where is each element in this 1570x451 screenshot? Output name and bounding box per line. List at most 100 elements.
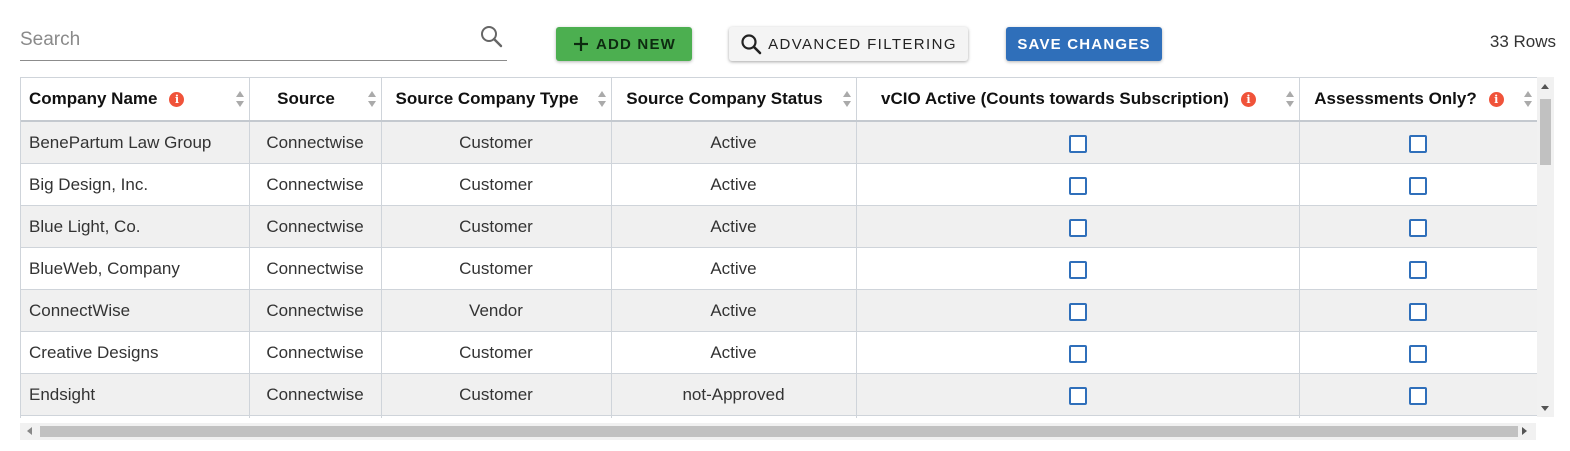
column-header-source-company-type[interactable]: Source Company Type [381,78,612,122]
table-row[interactable]: Big Design, Inc. Connectwise Customer Ac… [21,163,1537,206]
horizontal-scrollbar[interactable] [20,423,1536,440]
assessments-only-checkbox[interactable] [1409,344,1427,363]
vcio-active-checkbox[interactable] [1068,386,1087,405]
cell-status[interactable]: Active [611,163,857,206]
column-header-label: Source [277,89,335,108]
vcio-active-checkbox[interactable] [1068,260,1087,279]
header-row: Company Name i Source Source Company Typ… [21,78,1537,122]
column-header-source[interactable]: Source [249,78,382,122]
cell-status[interactable]: Active [611,247,857,290]
vcio-active-checkbox[interactable] [1068,176,1087,195]
cell-status[interactable]: Active [611,205,857,248]
cell-type[interactable]: Customer [381,331,612,374]
add-new-label: ADD NEW [595,35,677,53]
cell-company-name[interactable]: Blue Light, Co. [21,205,250,248]
table-row[interactable]: Endsight Connectwise Customer not-Approv… [21,373,1537,416]
sort-icon[interactable] [597,90,607,108]
cell-type[interactable]: Customer [381,121,612,164]
scroll-right-arrow-icon[interactable] [1522,427,1527,435]
cell-company-name[interactable]: ConnectWise [21,289,250,332]
cell-status[interactable]: Active [611,121,857,164]
row-count: 33 Rows [1489,32,1556,51]
sort-icon[interactable] [367,90,377,108]
cell-company-name[interactable]: Creative Designs [21,331,250,374]
assessments-only-checkbox[interactable] [1409,134,1427,153]
vcio-active-checkbox[interactable] [1068,344,1087,363]
cell-status[interactable]: Active [611,331,857,374]
assessments-only-checkbox[interactable] [1409,302,1427,321]
advanced-filtering-label: ADVANCED FILTERING [768,35,957,53]
add-new-button[interactable]: ADD NEW [556,27,692,61]
cell-company-name[interactable]: Endsight [21,373,250,416]
vcio-active-checkbox[interactable] [1068,134,1087,153]
cell-type[interactable]: Customer [381,205,612,248]
cell-source[interactable]: Connectwise [249,163,382,206]
cell-assessments-only [1299,331,1537,374]
column-header-label: Assessments Only? [1314,89,1477,108]
search-input[interactable] [20,26,460,54]
sort-icon[interactable] [1285,90,1295,108]
sort-icon[interactable] [235,90,245,108]
info-icon[interactable]: i [169,91,185,107]
cell-vcio-active [856,247,1300,290]
vertical-scrollbar[interactable] [1537,77,1554,417]
info-icon[interactable]: i [1240,91,1256,107]
search-icon[interactable] [479,24,503,48]
company-table: Company Name i Source Source Company Typ… [21,78,1537,418]
scroll-up-arrow-icon[interactable] [1541,84,1549,89]
assessments-only-checkbox[interactable] [1409,260,1427,279]
cell-vcio-active [856,121,1300,164]
save-changes-button[interactable]: SAVE CHANGES [1006,27,1162,61]
vcio-active-checkbox[interactable] [1068,218,1087,237]
vertical-scroll-thumb[interactable] [1540,99,1551,165]
search-field[interactable] [20,22,507,61]
table-row[interactable]: BenePartum Law Group Connectwise Custome… [21,121,1537,164]
scroll-down-arrow-icon[interactable] [1541,406,1549,411]
cell-type[interactable]: Customer [381,247,612,290]
cell-vcio-active [856,289,1300,332]
sort-icon[interactable] [1523,90,1533,108]
cell-status[interactable]: not-Approved [611,373,857,416]
table-row[interactable]: BlueWeb, Company Connectwise Customer Ac… [21,247,1537,290]
cell-vcio-active [856,331,1300,374]
cell-status[interactable]: Active [611,289,857,332]
column-header-label: Source Company Type [395,89,579,108]
sort-icon[interactable] [842,90,852,108]
assessments-only-checkbox[interactable] [1409,176,1427,195]
column-header-vcio-active[interactable]: vCIO Active (Counts towards Subscription… [856,78,1300,122]
scroll-left-arrow-icon[interactable] [27,427,32,435]
horizontal-scroll-thumb[interactable] [40,426,1518,437]
column-header-label: Company Name [29,89,158,108]
assessments-only-checkbox[interactable] [1409,386,1427,405]
cell-assessments-only [1299,205,1537,248]
cell-assessments-only [1299,163,1537,206]
cell-source[interactable]: Connectwise [249,247,382,290]
cell-source[interactable]: Connectwise [249,205,382,248]
column-header-company-name[interactable]: Company Name i [21,78,250,122]
column-header-assessments-only[interactable]: Assessments Only? i [1299,78,1537,122]
cell-source[interactable]: Connectwise [249,331,382,374]
cell-vcio-active [856,373,1300,416]
cell-company-name[interactable]: BenePartum Law Group [21,121,250,164]
table-row[interactable]: Blue Light, Co. Connectwise Customer Act… [21,205,1537,248]
magnifier-icon [740,33,762,55]
cell-source[interactable]: Connectwise [249,373,382,416]
cell-company-name[interactable]: Big Design, Inc. [21,163,250,206]
assessments-only-checkbox[interactable] [1409,218,1427,237]
cell-type[interactable]: Customer [381,163,612,206]
cell-source[interactable]: Connectwise [249,289,382,332]
table-row[interactable] [21,415,1537,418]
save-changes-label: SAVE CHANGES [1017,35,1151,53]
cell-company-name[interactable]: BlueWeb, Company [21,247,250,290]
cell-assessments-only [1299,247,1537,290]
info-icon[interactable]: i [1488,91,1504,107]
cell-source[interactable]: Connectwise [249,121,382,164]
vcio-active-checkbox[interactable] [1068,302,1087,321]
cell-type[interactable]: Vendor [381,289,612,332]
column-header-source-company-status[interactable]: Source Company Status [611,78,857,122]
table-row[interactable]: Creative Designs Connectwise Customer Ac… [21,331,1537,374]
advanced-filtering-button[interactable]: ADVANCED FILTERING [729,27,968,61]
company-grid: Company Name i Source Source Company Typ… [20,77,1537,418]
cell-type[interactable]: Customer [381,373,612,416]
table-row[interactable]: ConnectWise Connectwise Vendor Active [21,289,1537,332]
